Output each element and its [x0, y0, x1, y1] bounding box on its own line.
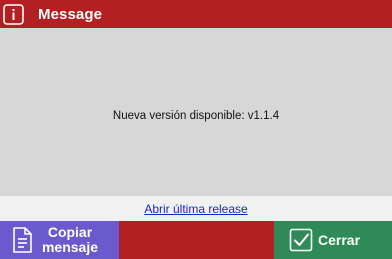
copy-label-line2: mensaje [41, 239, 99, 255]
link-bar: Abrir última release [0, 196, 392, 221]
dialog-title: Message [38, 5, 103, 23]
message-dialog: Message Nueva versión disponible: v1.1.4… [0, 0, 392, 259]
close-label: Cerrar [318, 232, 361, 248]
copy-label-line1: Copiar [47, 224, 93, 240]
open-latest-release-link[interactable]: Abrir última release [144, 202, 247, 216]
copy-message-label: Copiar mensaje [38, 225, 102, 255]
checkbox-check-icon [288, 228, 314, 252]
button-bar: Copiar mensaje Cerrar [0, 221, 392, 259]
message-text: Nueva versión disponible: v1.1.4 [112, 110, 280, 122]
info-icon [0, 0, 27, 28]
title-bar[interactable]: Message [0, 0, 392, 28]
document-icon [7, 226, 37, 254]
copy-message-button[interactable]: Copiar mensaje [0, 221, 119, 259]
close-button[interactable]: Cerrar [274, 221, 392, 259]
message-area: Nueva versión disponible: v1.1.4 [0, 28, 392, 196]
